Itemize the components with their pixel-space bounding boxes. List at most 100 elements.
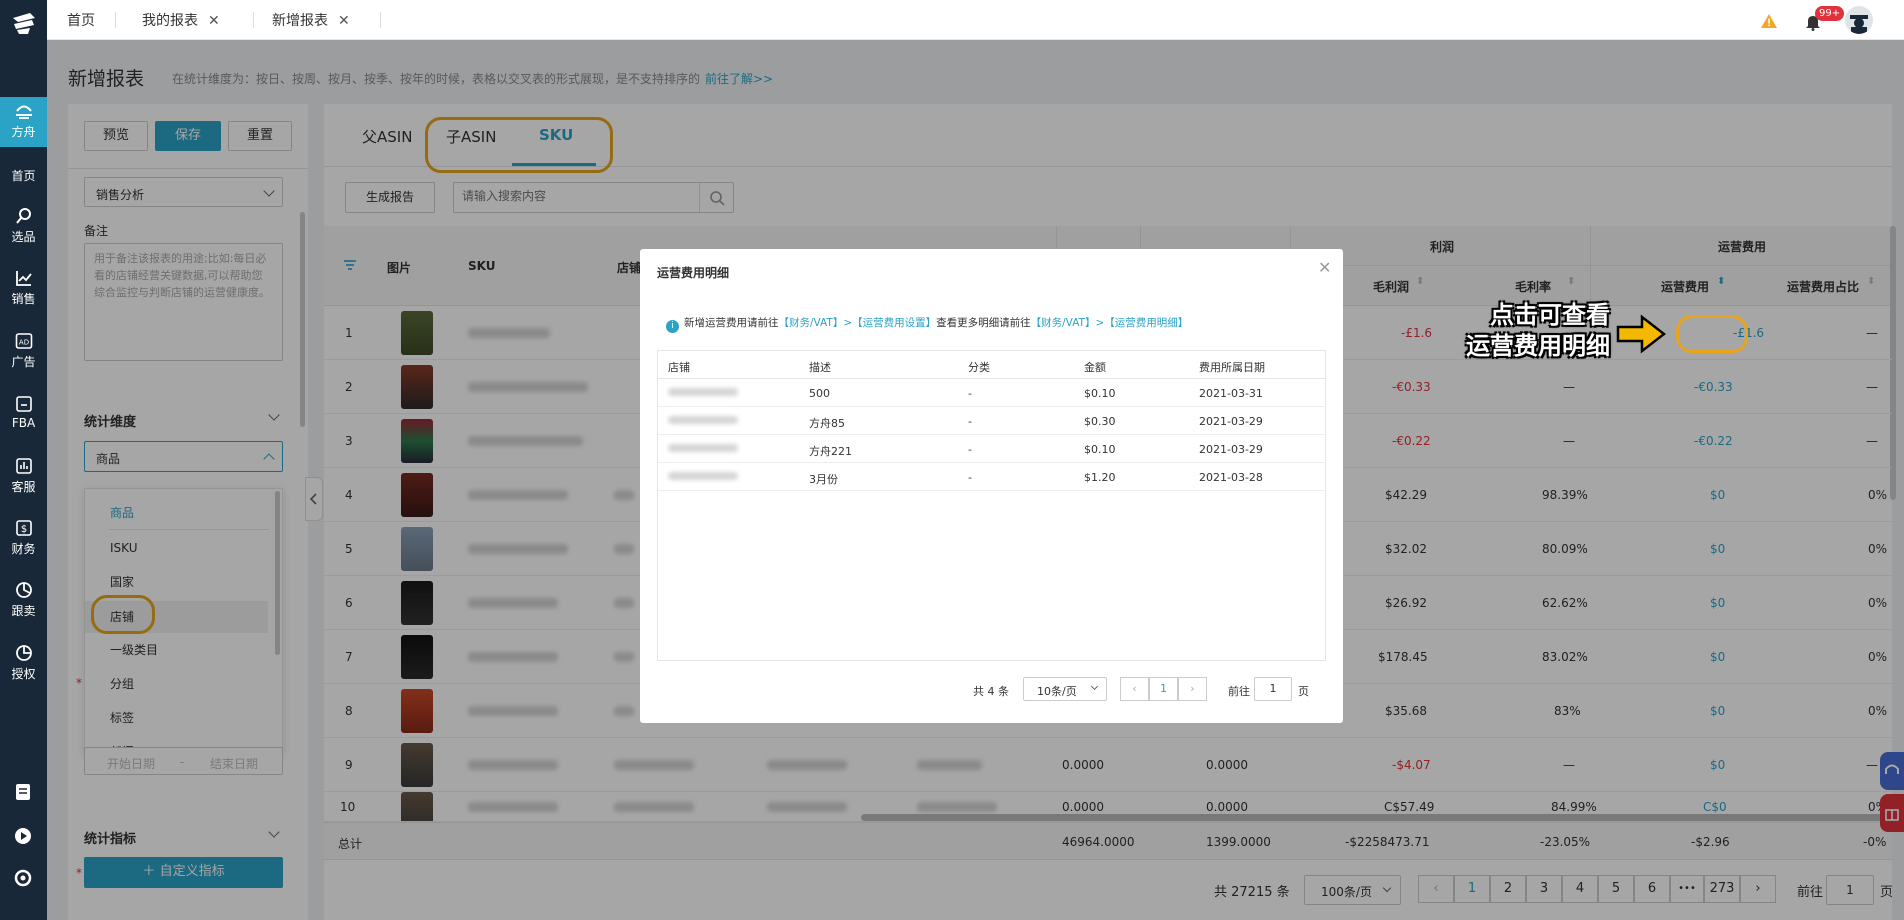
tab-home[interactable]: 首页: [67, 10, 95, 30]
store-value: [668, 444, 738, 452]
pagination-total: 共 4 条: [973, 685, 1009, 698]
highlight-ring: [1676, 315, 1748, 353]
tab-separator: [380, 12, 381, 28]
column-header-description: 描述: [809, 361, 831, 374]
tab-bar: 首页 我的报表 ✕ 新增报表 ✕ 99+: [47, 0, 1904, 40]
sidebar-item-label: 跟卖: [11, 604, 36, 618]
date-value: 2021-03-31: [1199, 387, 1263, 400]
sidebar-item-auth[interactable]: 授权: [0, 644, 47, 682]
tab-label: 首页: [67, 13, 95, 29]
sidebar-item-home[interactable]: 首页: [0, 167, 47, 184]
goto-page-input[interactable]: 1: [1254, 677, 1292, 701]
sidebar-item-label: 客服: [11, 480, 36, 494]
date-value: 2021-03-29: [1199, 443, 1263, 456]
column-header-date: 费用所属日期: [1199, 361, 1265, 374]
money-icon: $: [15, 520, 32, 536]
tab-separator: [253, 12, 254, 28]
modal-table-row: 3月份 - $1.20 2021-03-28: [658, 463, 1325, 491]
pie-chart-icon: [15, 582, 32, 598]
sidebar-item-label: 销售: [11, 292, 36, 306]
tab-label: 新增报表: [272, 13, 328, 29]
line-chart-icon: [15, 271, 32, 286]
avatar[interactable]: [1845, 6, 1873, 34]
page-size-select[interactable]: 10条/页: [1023, 677, 1107, 701]
sidebar-item-label: 首页: [11, 169, 36, 183]
headset-icon[interactable]: [14, 869, 32, 890]
sidebar-item-label: 授权: [11, 667, 36, 681]
chevron-down-icon: [1090, 682, 1099, 691]
prev-page-button[interactable]: ‹: [1120, 677, 1149, 701]
sidebar-item-fba[interactable]: FBA: [0, 395, 47, 430]
description-value: 500: [809, 387, 830, 400]
category-value: -: [968, 415, 972, 428]
amount-value: $0.30: [1084, 415, 1116, 428]
close-icon[interactable]: ✕: [208, 13, 220, 29]
description-value: 3月份: [809, 473, 838, 486]
modal-title: 运营费用明细: [657, 266, 730, 280]
auth-chart-icon: [15, 645, 32, 661]
column-header-store: 店铺: [668, 361, 690, 374]
amount-value: $0.10: [1084, 387, 1116, 400]
notification-badge: 99+: [1815, 6, 1845, 21]
opex-detail-modal: 运营费用明细 ✕ i 新增运营费用请前往【财务/VAT】>【运营费用设置】查看更多…: [640, 249, 1343, 723]
arrow-right-icon: [1616, 314, 1666, 354]
sidebar-item-sales[interactable]: 销售: [0, 269, 47, 307]
tab-separator: [115, 12, 116, 28]
sidebar-item-fangzhou[interactable]: 方舟: [0, 97, 47, 147]
ark-icon: [15, 105, 32, 119]
sidebar-item-ads[interactable]: AD 广告: [0, 332, 47, 370]
modal-table-row: 方舟221 - $0.10 2021-03-29: [658, 435, 1325, 463]
amount-value: $0.10: [1084, 443, 1116, 456]
category-value: -: [968, 443, 972, 456]
ad-icon: AD: [15, 333, 32, 349]
date-value: 2021-03-28: [1199, 471, 1263, 484]
modal-table-row: 方舟85 - $0.30 2021-03-29: [658, 407, 1325, 435]
sidebar-item-label: 广告: [11, 355, 36, 369]
search-icon: [15, 208, 31, 224]
category-value: -: [968, 471, 972, 484]
date-value: 2021-03-29: [1199, 415, 1263, 428]
modal-table-row: 500 - $0.10 2021-03-31: [658, 379, 1325, 407]
play-icon[interactable]: [14, 827, 32, 848]
opex-detail-link[interactable]: 【财务/VAT】>【运营费用明细】: [1031, 317, 1189, 329]
sidebar: 方舟 首页 选品 销售 AD 广告 FBA 客服 $ 财务 跟卖 授权: [0, 0, 47, 920]
sidebar-item-service[interactable]: 客服: [0, 457, 47, 495]
select-value: 10条/页: [1037, 685, 1077, 698]
document-icon[interactable]: [14, 783, 32, 804]
sidebar-item-label: 财务: [11, 542, 36, 556]
notice-text: 新增运营费用请前往: [684, 317, 779, 329]
modal-notice: i 新增运营费用请前往【财务/VAT】>【运营费用设置】查看更多明细请前往【财务/…: [666, 315, 1326, 333]
warning-icon[interactable]: [1760, 13, 1778, 32]
description-value: 方舟221: [809, 445, 852, 458]
amount-value: $1.20: [1084, 471, 1116, 484]
annotation-callout: 点击可查看 运营费用明细: [1440, 300, 1610, 362]
tab-my-reports[interactable]: 我的报表 ✕: [142, 10, 220, 30]
box-icon: [15, 396, 32, 412]
sidebar-item-selection[interactable]: 选品: [0, 207, 47, 245]
logo-icon[interactable]: [10, 10, 38, 36]
modal-table-header: 店铺 描述 分类 金额 费用所属日期: [658, 351, 1325, 379]
close-icon[interactable]: ✕: [338, 13, 350, 29]
next-page-button[interactable]: ›: [1178, 677, 1207, 701]
page-button[interactable]: 1: [1149, 677, 1178, 701]
description-value: 方舟85: [809, 417, 845, 430]
tab-new-report[interactable]: 新增报表 ✕: [272, 10, 350, 30]
close-icon[interactable]: ✕: [1318, 258, 1331, 277]
tab-label: 我的报表: [142, 13, 198, 29]
sidebar-item-label: 方舟: [11, 125, 36, 139]
svg-text:AD: AD: [18, 339, 28, 347]
svg-text:$: $: [20, 524, 26, 535]
bar-chart-icon: [15, 458, 32, 474]
annotation-line: 点击可查看: [1490, 301, 1610, 329]
goto-prefix: 前往: [1228, 685, 1250, 698]
sidebar-item-finance[interactable]: $ 财务: [0, 519, 47, 557]
sidebar-item-follow[interactable]: 跟卖: [0, 581, 47, 619]
store-value: [668, 388, 738, 396]
sidebar-item-label: 选品: [11, 230, 36, 244]
opex-settings-link[interactable]: 【财务/VAT】>【运营费用设置】: [779, 317, 937, 329]
column-header-amount: 金额: [1084, 361, 1106, 374]
annotation-line: 运营费用明细: [1466, 332, 1610, 360]
column-header-category: 分类: [968, 361, 990, 374]
info-icon: i: [666, 320, 679, 333]
store-value: [668, 472, 738, 480]
